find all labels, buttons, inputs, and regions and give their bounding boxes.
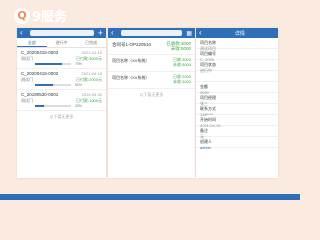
form-field[interactable]: 开始时间 2021-04-15 [196, 115, 278, 128]
progress-percent: 75% [75, 62, 83, 66]
list-item[interactable]: C_20190530-0001 2019-05-30 测试门 已付款:1000元 25% [17, 90, 106, 111]
contract-date: 2021-04-15 [81, 50, 102, 55]
progress-bar [35, 63, 71, 65]
unreceived-amount: 未收:5000 [170, 46, 191, 51]
bottom-strip [0, 194, 300, 200]
contract-date: 2019-05-30 [81, 92, 102, 97]
app-logo: Q 9服务 [14, 6, 67, 25]
phone-screen-detail: ‹ 详情 项目名称 测试项目 项目编号 C_2020 项目状态 进行中 金额 3000 项目经理… [196, 28, 278, 178]
back-icon[interactable]: ‹ [20, 29, 23, 37]
list-item[interactable]: 项目名称（XX系统） 已收:2000 未收:3000 [108, 72, 195, 89]
phone-screen-contract: ‹ ▦ 合同号1-OP220510 已收款:3000 未收:5000 项目名称（… [108, 28, 195, 178]
list-item[interactable]: C_20200415-0003 2021-04-15 测试门 已付款:3000元 75% [17, 48, 106, 69]
progress-percent: 50% [75, 83, 83, 87]
tab-done[interactable]: 已完成 [76, 38, 106, 47]
form-field[interactable]: 项目名称 测试项目 [196, 38, 278, 51]
page-title: 详情 [234, 30, 245, 37]
tab-in-progress[interactable]: 进行中 [47, 38, 77, 47]
progress-bar [35, 105, 71, 107]
tab-all[interactable]: 全部 [17, 38, 47, 47]
unreceived-amount: 未收:3000 [172, 79, 191, 84]
search-input[interactable] [29, 30, 94, 36]
field-value: admin [200, 145, 211, 150]
grid-icon[interactable]: ▦ [186, 30, 192, 37]
unreceived-amount: 未收:5000 [172, 62, 191, 67]
list-item[interactable]: C_20200415-0002 2021-04-15 测试门 已付款:2000元 50% [17, 69, 106, 90]
form-field[interactable]: 项目状态 进行中 [196, 60, 278, 73]
list-item[interactable]: 项目名称（XX系统） 已收:3000 未收:5000 [108, 55, 195, 72]
form-field[interactable]: 创建人 admin [196, 137, 278, 150]
item-label: 项目名称（XX系统） [112, 58, 150, 63]
item-label: 项目名称（XX系统） [112, 75, 150, 80]
contract-title: 合同号1-OP220510 [112, 42, 152, 47]
form-field[interactable]: 项目编号 C_2020 [196, 49, 278, 62]
add-icon[interactable]: + [98, 29, 103, 38]
back-icon[interactable]: ‹ [111, 29, 114, 37]
form-field[interactable]: 项目经理 张三 [196, 93, 278, 106]
no-more-text: 以下暂无更多 [49, 114, 74, 119]
phone-screen-list: ‹ + 全部 进行中 已完成 C_20200415-0003 2021-04-15… [17, 28, 106, 178]
tab-bar: 全部 进行中 已完成 [17, 38, 106, 48]
top-bar: ‹ ▦ [108, 28, 195, 38]
progress-percent: 25% [75, 104, 83, 108]
contract-header[interactable]: 合同号1-OP220510 已收款:3000 未收:5000 [108, 38, 195, 55]
progress-bar [35, 84, 71, 86]
no-more-text: 以下暂无更多 [139, 92, 164, 97]
form-field[interactable]: 联系方式 138**** [196, 104, 278, 117]
search-input[interactable] [120, 30, 183, 36]
logo-mark-icon: Q [14, 7, 30, 24]
contract-date: 2021-04-15 [81, 71, 102, 76]
form-field[interactable]: 金额 3000 [196, 82, 278, 95]
back-icon[interactable]: ‹ [199, 29, 202, 37]
top-bar: ‹ + [17, 28, 106, 38]
top-bar: ‹ 详情 [196, 28, 278, 38]
logo-text: 9服务 [32, 10, 68, 25]
